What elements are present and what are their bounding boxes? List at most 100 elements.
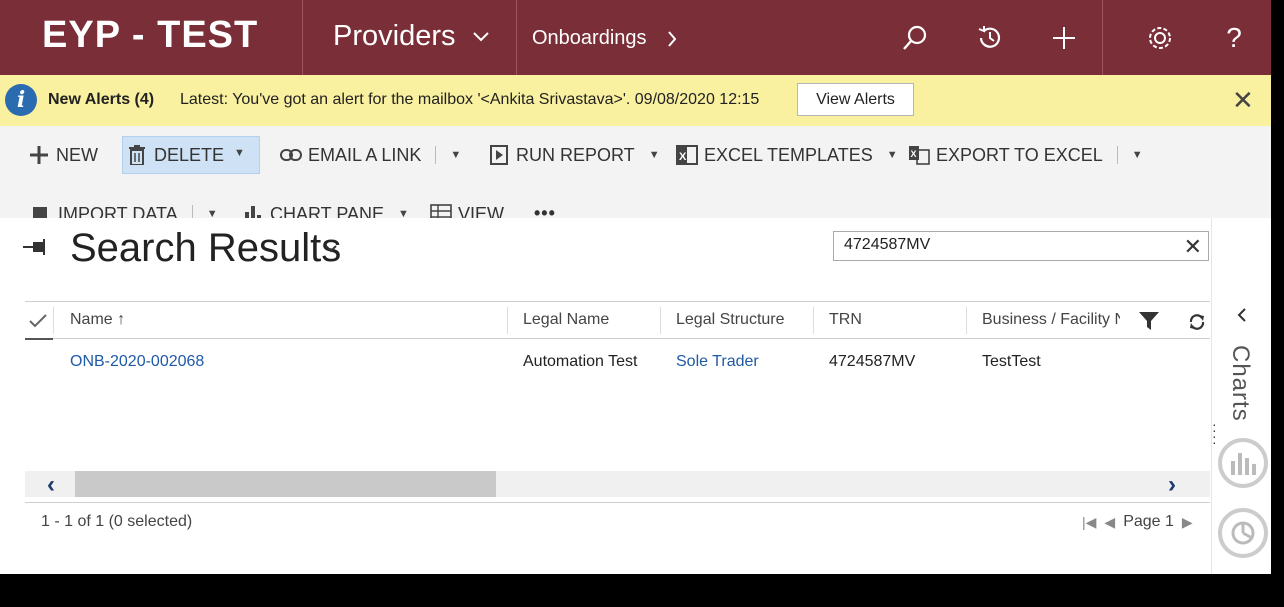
info-icon: i: [5, 84, 37, 116]
chevron-down-icon: [472, 31, 489, 41]
excel-templates-label: EXCEL TEMPLATES: [704, 144, 873, 165]
area-selector[interactable]: Providers: [333, 20, 490, 53]
charts-rail: Charts · · · ·: [1211, 218, 1271, 574]
cell-name-link[interactable]: ONB-2020-002068: [70, 353, 204, 371]
main-content: Search Results ✕ Name ↑ Legal Name Legal…: [0, 218, 1271, 574]
nav-divider: [1102, 0, 1103, 75]
clear-icon[interactable]: ✕: [1184, 234, 1202, 260]
pin-icon[interactable]: [23, 235, 47, 261]
next-page-icon[interactable]: ▶: [1182, 514, 1193, 531]
report-icon: [488, 144, 510, 166]
cell-legal-structure-link[interactable]: Sole Trader: [676, 353, 759, 371]
results-grid: Name ↑ Legal Name Legal Structure TRN Bu…: [25, 301, 1210, 574]
resize-handle[interactable]: · · · ·: [1212, 417, 1217, 449]
chevron-down-icon[interactable]: [325, 240, 337, 258]
grid-view-icon: [430, 203, 452, 218]
caret-down-icon[interactable]: ▼: [450, 149, 461, 161]
plus-icon: [28, 144, 50, 166]
col-header-trn[interactable]: TRN: [829, 311, 862, 329]
email-link-button[interactable]: EMAIL A LINK ▼: [280, 144, 461, 166]
col-header-legal-structure[interactable]: Legal Structure: [676, 311, 785, 329]
email-link-label: EMAIL A LINK: [308, 144, 422, 165]
chart-bar-icon[interactable]: [1218, 438, 1268, 488]
filter-icon[interactable]: [1139, 312, 1159, 335]
scroll-right-icon[interactable]: ›: [1168, 471, 1176, 499]
delete-label: DELETE: [154, 144, 225, 165]
app-brand[interactable]: EYP - TEST: [42, 14, 258, 57]
delete-dropdown[interactable]: ▼: [234, 147, 245, 159]
gear-icon[interactable]: [1144, 22, 1176, 54]
ellipsis-icon: •••: [534, 203, 556, 218]
import-icon: [30, 203, 52, 218]
chart-pie-icon[interactable]: [1218, 508, 1268, 558]
alert-title: New Alerts (4): [48, 91, 155, 108]
svg-text:X: X: [911, 149, 917, 159]
pager: |◀ ◀ Page 1 ▶: [1082, 513, 1193, 531]
delete-button[interactable]: DELETE: [126, 144, 224, 166]
col-divider[interactable]: [660, 307, 661, 334]
col-header-legal-name[interactable]: Legal Name: [523, 311, 609, 329]
new-button[interactable]: NEW: [28, 144, 98, 166]
cell-legal-name: Automation Test: [523, 353, 638, 370]
area-label: Providers: [333, 20, 456, 52]
col-divider[interactable]: [966, 307, 967, 334]
close-icon[interactable]: ✕: [1232, 85, 1254, 116]
import-data-label: IMPORT DATA: [58, 203, 178, 219]
select-all-checkbox[interactable]: [25, 302, 53, 340]
divider: [1116, 146, 1118, 164]
nav-divider: [302, 0, 303, 75]
view-button[interactable]: VIEW: [430, 203, 504, 218]
cell-business: TestTest: [982, 353, 1041, 370]
charts-label[interactable]: Charts: [1226, 345, 1254, 422]
table-row[interactable]: ONB-2020-002068 Automation Test Sole Tra…: [25, 339, 1210, 385]
search-icon[interactable]: [899, 22, 931, 54]
grid-header: Name ↑ Legal Name Legal Structure TRN Bu…: [25, 301, 1210, 340]
export-excel-button[interactable]: X EXPORT TO EXCEL ▼: [908, 144, 1143, 166]
plus-icon[interactable]: [1048, 22, 1080, 54]
entity-nav[interactable]: Onboardings: [532, 27, 677, 50]
page-label: Page 1: [1123, 513, 1174, 530]
divider: [435, 146, 437, 164]
more-commands-button[interactable]: •••: [534, 203, 556, 218]
caret-down-icon[interactable]: ▼: [207, 208, 218, 218]
svg-text:X: X: [679, 151, 687, 163]
chevron-left-icon[interactable]: [1237, 306, 1247, 327]
scroll-left-icon[interactable]: ‹: [47, 471, 55, 499]
col-divider: [53, 307, 54, 334]
page-title[interactable]: Search Results: [70, 226, 341, 271]
scrollbar-thumb[interactable]: [75, 471, 496, 497]
caret-down-icon[interactable]: ▼: [1132, 149, 1143, 161]
alert-message: Latest: You've got an alert for the mail…: [180, 91, 760, 108]
chart-pane-label: CHART PANE: [270, 203, 385, 219]
horizontal-scrollbar[interactable]: ‹ ›: [25, 471, 1210, 499]
top-nav-bar: EYP - TEST Providers Onboardings ?: [0, 0, 1271, 75]
trash-icon: [126, 144, 148, 166]
col-divider[interactable]: [507, 307, 508, 334]
entity-label: Onboardings: [532, 27, 647, 49]
history-icon[interactable]: [974, 22, 1006, 54]
view-label: VIEW: [458, 203, 505, 219]
cell-trn: 4724587MV: [829, 353, 916, 370]
caret-down-icon: ▼: [398, 208, 409, 218]
link-icon: [280, 144, 302, 166]
search-input[interactable]: [844, 236, 1164, 254]
import-data-button[interactable]: IMPORT DATA ▼: [30, 203, 218, 218]
first-page-icon[interactable]: |◀: [1082, 514, 1096, 531]
chart-pane-button[interactable]: CHART PANE ▼: [242, 203, 409, 218]
help-icon[interactable]: ?: [1218, 22, 1250, 54]
prev-page-icon[interactable]: ◀: [1104, 514, 1115, 531]
excel-icon: X: [676, 144, 698, 166]
view-alerts-button[interactable]: View Alerts: [797, 83, 914, 116]
caret-down-icon: ▼: [648, 149, 660, 161]
command-bar: NEW DELETE ▼ EMAIL A LINK ▼ RUN REPORT ▼…: [0, 126, 1271, 218]
caret-down-icon: ▼: [886, 149, 898, 161]
excel-templates-button[interactable]: X EXCEL TEMPLATES ▼: [676, 144, 898, 166]
col-header-business[interactable]: Business / Facility N: [982, 311, 1120, 329]
divider: [191, 205, 193, 218]
run-report-label: RUN REPORT: [516, 144, 635, 165]
col-header-name[interactable]: Name ↑: [70, 311, 125, 329]
col-divider[interactable]: [813, 307, 814, 334]
refresh-icon[interactable]: [1188, 313, 1206, 336]
nav-divider: [516, 0, 517, 75]
run-report-button[interactable]: RUN REPORT ▼: [488, 144, 660, 166]
